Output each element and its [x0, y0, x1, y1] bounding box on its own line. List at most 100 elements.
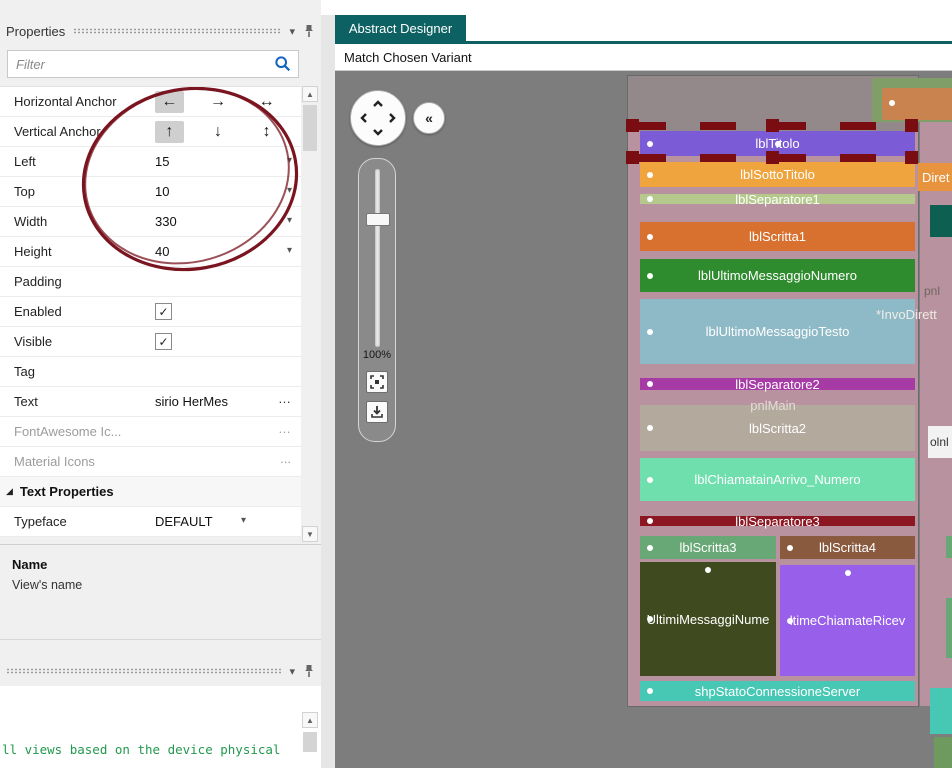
- anchor-down-button[interactable]: ↓: [204, 121, 233, 143]
- panel-splitter[interactable]: [321, 0, 335, 768]
- designer-label-lblUltimoMessaggioTesto[interactable]: lblUltimoMessaggioTesto: [640, 299, 915, 364]
- anchor-stretch-v-button[interactable]: ↕: [252, 121, 281, 143]
- variant-bar: Match Chosen Variant: [335, 44, 952, 71]
- designer-label-shpStatoConnessioneServer[interactable]: shpStatoConnessioneServer: [640, 681, 915, 701]
- designer-label-lblSeparatore3[interactable]: lblSeparatore3: [640, 514, 915, 529]
- pan-dpad[interactable]: [350, 90, 406, 146]
- selection-handle-bottom-right[interactable]: [905, 151, 918, 164]
- chevron-down-icon[interactable]: ▾: [287, 155, 292, 166]
- label-text: olnl: [930, 435, 949, 449]
- fragment-green-edge[interactable]: [946, 598, 952, 658]
- fragment-green-bottom[interactable]: [934, 737, 952, 768]
- fragment-teal-block[interactable]: [930, 205, 952, 237]
- designer-label-lblUltimeChiamateRicevute[interactable]: ltimeChiamateRicev: [780, 565, 915, 676]
- properties-panel-header[interactable]: Properties ▾: [0, 18, 321, 44]
- property-value[interactable]: sirio HerMes: [155, 394, 228, 409]
- scrollbar-thumb[interactable]: [303, 732, 317, 752]
- enabled-checkbox[interactable]: ✓: [155, 303, 172, 320]
- section-title: Text Properties: [19, 484, 114, 499]
- label-text: lblChiamatainArrivo_Numero: [694, 472, 861, 487]
- anchor-stretch-h-button[interactable]: ↔: [252, 91, 281, 113]
- anchor-right-button[interactable]: →: [204, 91, 233, 113]
- application-window: Properties ▾ Horizontal Anchor ← → ↔: [0, 0, 952, 768]
- ellipsis-button[interactable]: …: [278, 391, 291, 406]
- output-scrollbar[interactable]: ▲: [302, 706, 319, 768]
- collapse-triangle-icon[interactable]: ◢: [6, 486, 13, 497]
- zoom-slider-track[interactable]: [375, 169, 380, 347]
- property-row-left: Left 15 ▾: [0, 147, 301, 177]
- fragment-green-sliver[interactable]: [946, 536, 952, 558]
- properties-scrollbar[interactable]: ▲ ▼: [302, 86, 319, 542]
- property-value[interactable]: 330: [155, 214, 177, 229]
- scroll-up-button[interactable]: ▲: [302, 86, 318, 102]
- property-label: Material Icons: [14, 454, 95, 469]
- scroll-up-icon: ▲: [306, 89, 314, 99]
- fragment-turquoise-block[interactable]: [930, 688, 952, 734]
- chevron-down-icon[interactable]: ▾: [241, 515, 246, 526]
- section-header-text-properties[interactable]: ◢ Text Properties: [0, 477, 301, 507]
- ellipsis-button[interactable]: …: [278, 421, 291, 436]
- chevron-down-icon[interactable]: ▾: [289, 665, 295, 678]
- ellipsis-button[interactable]: ...: [280, 451, 291, 466]
- designer-label-lblSottoTitolo[interactable]: lblSottoTitolo: [640, 162, 915, 187]
- property-value[interactable]: 10: [155, 184, 169, 199]
- property-row-material-icons: Material Icons ...: [0, 447, 301, 477]
- pin-icon[interactable]: [303, 664, 315, 678]
- collapse-controls-button[interactable]: «: [413, 102, 445, 134]
- label-text: UltimiMessaggiNume: [646, 611, 770, 627]
- scroll-up-icon: ▲: [306, 715, 314, 725]
- selection-handle-top-left[interactable]: [626, 119, 639, 132]
- label-text: lblSeparatore1: [735, 191, 820, 207]
- designer-label-lblChiamatainArrivo_Numero[interactable]: lblChiamatainArrivo_Numero: [640, 458, 915, 501]
- scroll-down-button[interactable]: ▼: [302, 526, 318, 542]
- selection-handle-bottom-left[interactable]: [626, 151, 639, 164]
- property-row-width: Width 330 ▾: [0, 207, 301, 237]
- selection-handle-top-right[interactable]: [905, 119, 918, 132]
- tab-abstract-designer[interactable]: Abstract Designer: [335, 15, 466, 41]
- output-text: ll views based on the device physical: [2, 742, 281, 757]
- fragment-orange-block[interactable]: [882, 88, 952, 120]
- fragment-white-box[interactable]: olnl: [928, 426, 952, 458]
- visible-checkbox[interactable]: ✓: [155, 333, 172, 350]
- panel-drag-dots[interactable]: [6, 668, 282, 674]
- property-label: Width: [14, 214, 48, 229]
- designer-label-lblScritta4[interactable]: lblScritta4: [780, 536, 915, 559]
- filter-input[interactable]: [8, 56, 274, 72]
- property-value[interactable]: 40: [155, 244, 169, 259]
- panel-drag-dots[interactable]: [73, 28, 282, 34]
- scroll-up-button[interactable]: ▲: [302, 712, 318, 728]
- selection-handle-bottom-center[interactable]: [766, 151, 779, 164]
- bottom-panel-header[interactable]: ▾: [0, 658, 321, 684]
- anchor-up-button[interactable]: ↑: [155, 120, 184, 143]
- search-icon[interactable]: [274, 55, 292, 73]
- fit-to-screen-button[interactable]: [366, 371, 388, 393]
- fragment-diret-label[interactable]: Diret: [918, 163, 952, 191]
- property-description-text: View's name: [12, 578, 83, 592]
- zoom-slider-thumb[interactable]: [366, 213, 390, 226]
- designer-label-lblScritta1[interactable]: lblScritta1: [640, 222, 915, 251]
- property-value[interactable]: 15: [155, 154, 169, 169]
- anchor-left-button[interactable]: ←: [155, 90, 184, 113]
- property-grid: Horizontal Anchor ← → ↔ Vertical Anchor …: [0, 86, 301, 537]
- designer-label-lblUltimiMessaggiNumeri[interactable]: UltimiMessaggiNume: [640, 562, 776, 676]
- designer-canvas: « 100% lblSottoTitolo lblSeparatore1 lbl…: [335, 71, 952, 768]
- designer-label-lblSeparatore1[interactable]: lblSeparatore1: [640, 191, 915, 207]
- scrollbar-thumb[interactable]: [303, 105, 317, 151]
- selection-handle-top-center[interactable]: [766, 119, 779, 132]
- property-label: Text: [14, 394, 38, 409]
- property-label: Top: [14, 184, 35, 199]
- property-value[interactable]: DEFAULT: [155, 514, 213, 529]
- chevron-down-icon[interactable]: ▾: [289, 25, 295, 38]
- property-row-height: Height 40 ▾: [0, 237, 301, 267]
- designer-label-lblScritta3[interactable]: lblScritta3: [640, 536, 776, 559]
- property-row-top: Top 10 ▾: [0, 177, 301, 207]
- phone-design-surface[interactable]: lblTitolo lblSottoTitolo lblSeparatore1 …: [626, 75, 919, 707]
- label-text: Diret: [922, 169, 950, 185]
- export-view-button[interactable]: [366, 401, 388, 423]
- designer-label-lblSeparatore2[interactable]: lblSeparatore2: [640, 377, 915, 392]
- chevron-down-icon[interactable]: ▾: [287, 245, 292, 256]
- designer-label-lblUltimoMessaggioNumero[interactable]: lblUltimoMessaggioNumero: [640, 259, 915, 292]
- chevron-down-icon[interactable]: ▾: [287, 185, 292, 196]
- pin-icon[interactable]: [303, 24, 315, 38]
- chevron-down-icon[interactable]: ▾: [287, 215, 292, 226]
